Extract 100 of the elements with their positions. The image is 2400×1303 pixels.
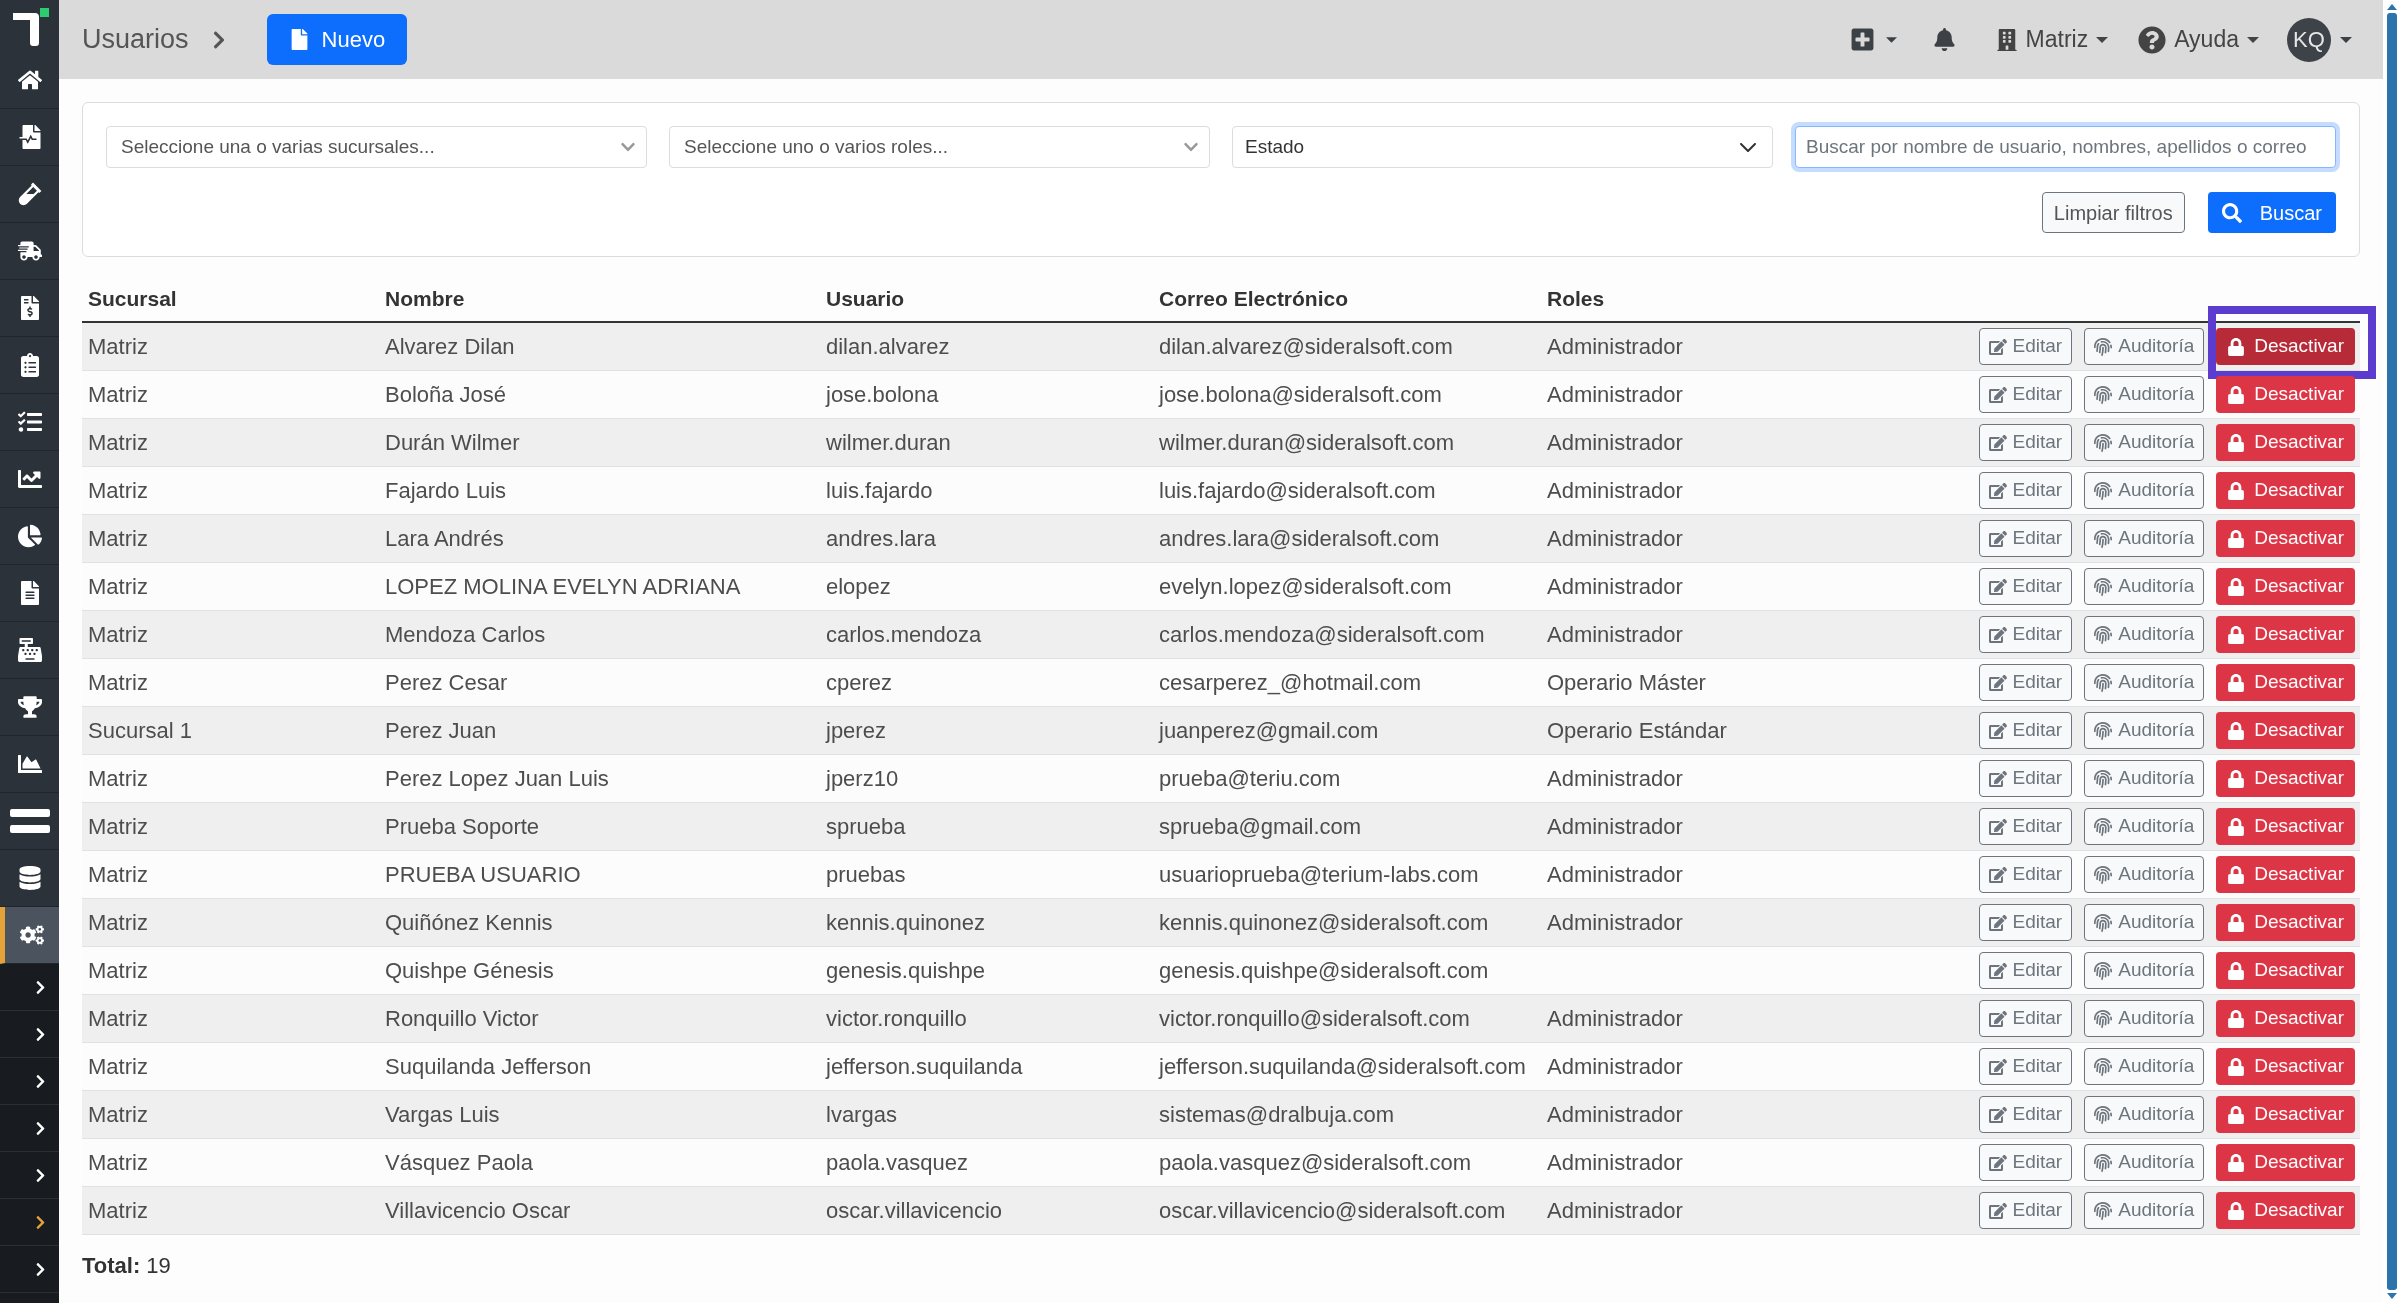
deactivate-button[interactable]: Desactivar	[2216, 904, 2355, 941]
add-menu-button[interactable]	[1849, 27, 1897, 52]
deactivate-button[interactable]: Desactivar	[2216, 760, 2355, 797]
deactivate-button[interactable]: Desactivar	[2216, 424, 2355, 461]
audit-button[interactable]: Auditoría	[2084, 1192, 2205, 1229]
table-cell-text: Matriz	[88, 525, 148, 553]
caret-icon[interactable]	[1885, 36, 1897, 43]
edit-button[interactable]: Editar	[1978, 808, 2073, 845]
total-count: Total: 19	[82, 1253, 171, 1278]
table-cell-text: cperez	[826, 669, 893, 697]
scrollbar-thumb[interactable]	[2386, 13, 2397, 1290]
search-button[interactable]: Buscar	[2207, 192, 2336, 233]
edit-icon	[1988, 529, 2007, 548]
help-menu-button[interactable]: Ayuda	[2138, 22, 2259, 57]
search-field[interactable]: Buscar por nombre de usuario, nombres, apellidos o correo	[1795, 126, 2336, 168]
avatar[interactable]: KQ	[2287, 17, 2331, 62]
edit-button[interactable]: Editar	[1978, 424, 2073, 461]
edit-button[interactable]: Editar	[1978, 1048, 2073, 1085]
deactivate-button[interactable]: Desactivar	[2216, 952, 2355, 989]
edit-icon	[1988, 1009, 2007, 1028]
audit-button[interactable]: Auditoría	[2084, 1144, 2205, 1181]
notifications-icon[interactable]	[1932, 28, 1956, 51]
audit-button[interactable]: Auditoría	[2084, 1000, 2205, 1037]
audit-button[interactable]: Auditoría	[2084, 1048, 2205, 1085]
table-cell-text: Administrador	[1547, 573, 1683, 601]
lock-icon	[2227, 865, 2246, 884]
audit-button[interactable]: Auditoría	[2084, 1096, 2205, 1133]
audit-button[interactable]: Auditoría	[2084, 904, 2205, 941]
deactivate-button[interactable]: Desactivar	[2216, 856, 2355, 893]
edit-button[interactable]: Editar	[1978, 1144, 2073, 1181]
branch-select[interactable]: Seleccione una o varias sucursales...	[106, 126, 647, 168]
edit-button[interactable]: Editar	[1978, 712, 2073, 749]
edit-button[interactable]: Editar	[1978, 568, 2073, 605]
audit-button[interactable]: Auditoría	[2084, 760, 2205, 797]
deactivate-button[interactable]: Desactivar	[2216, 568, 2355, 605]
deactivate-button[interactable]: Desactivar	[2216, 328, 2355, 365]
deactivate-button[interactable]: Desactivar	[2216, 520, 2355, 557]
deactivate-button[interactable]: Desactivar	[2216, 808, 2355, 845]
role-select[interactable]: Seleccione uno o varios roles...	[669, 126, 1210, 168]
edit-button[interactable]: Editar	[1978, 1096, 2073, 1133]
edit-button[interactable]: Editar	[1978, 376, 2073, 413]
audit-button[interactable]: Auditoría	[2084, 328, 2205, 365]
column-header: Nombre	[384, 286, 465, 313]
edit-button[interactable]: Editar	[1978, 1192, 2073, 1229]
edit-button[interactable]: Editar	[1978, 616, 2073, 653]
sidebar-item[interactable]	[0, 907, 59, 964]
area-chart-icon	[17, 752, 42, 776]
deactivate-button[interactable]: Desactivar	[2216, 472, 2355, 509]
lock-icon	[2227, 817, 2246, 836]
logo[interactable]	[10, 8, 49, 46]
edit-icon	[1988, 1201, 2007, 1220]
scroll-down-arrow-icon[interactable]	[2386, 1293, 2397, 1299]
deactivate-button[interactable]: Desactivar	[2216, 664, 2355, 701]
caret-icon[interactable]	[2340, 36, 2352, 43]
audit-button[interactable]: Auditoría	[2084, 712, 2205, 749]
table-cell-text: Mendoza Carlos	[385, 621, 546, 649]
edit-button[interactable]: Editar	[1978, 760, 2073, 797]
deactivate-button[interactable]: Desactivar	[2216, 712, 2355, 749]
deactivate-button[interactable]: Desactivar	[2216, 1048, 2355, 1085]
lock-icon	[2227, 769, 2246, 788]
audit-button[interactable]: Auditoría	[2084, 520, 2205, 557]
audit-button[interactable]: Auditoría	[2084, 952, 2205, 989]
edit-button[interactable]: Editar	[1978, 664, 2073, 701]
caret-icon[interactable]	[2096, 36, 2109, 43]
status-select[interactable]: Estado	[1232, 126, 1773, 168]
table-cell-text: Matriz	[88, 429, 148, 457]
table-cell-text: genesis.quishpe@sideralsoft.com	[1159, 957, 1489, 985]
table-cell-text: Matriz	[88, 765, 148, 793]
deactivate-button[interactable]: Desactivar	[2216, 616, 2355, 653]
audit-button[interactable]: Auditoría	[2084, 568, 2205, 605]
deactivate-button[interactable]: Desactivar	[2216, 1096, 2355, 1133]
column-header: Sucursal	[87, 286, 177, 313]
cash-register-icon	[17, 638, 42, 662]
scroll-up-arrow-icon[interactable]	[2386, 4, 2397, 10]
deactivate-button[interactable]: Desactivar	[2216, 1192, 2355, 1229]
table-cell-text: Administrador	[1547, 333, 1683, 361]
audit-button[interactable]: Auditoría	[2084, 424, 2205, 461]
edit-icon	[1988, 865, 2007, 884]
edit-button[interactable]: Editar	[1978, 904, 2073, 941]
clear-filters-button[interactable]: Limpiar filtros	[2041, 192, 2185, 233]
caret-icon[interactable]	[2247, 36, 2259, 43]
new-button[interactable]: Nuevo	[266, 14, 408, 65]
audit-button[interactable]: Auditoría	[2084, 664, 2205, 701]
audit-button[interactable]: Auditoría	[2084, 376, 2205, 413]
deactivate-button[interactable]: Desactivar	[2216, 376, 2355, 413]
table-cell-text: LOPEZ MOLINA EVELYN ADRIANA	[385, 573, 741, 601]
audit-button[interactable]: Auditoría	[2084, 808, 2205, 845]
edit-button[interactable]: Editar	[1978, 328, 2073, 365]
edit-button[interactable]: Editar	[1978, 856, 2073, 893]
edit-button[interactable]: Editar	[1978, 472, 2073, 509]
edit-button[interactable]: Editar	[1978, 1000, 2073, 1037]
fingerprint-icon	[2094, 721, 2113, 740]
deactivate-button[interactable]: Desactivar	[2216, 1000, 2355, 1037]
edit-button[interactable]: Editar	[1978, 520, 2073, 557]
audit-button[interactable]: Auditoría	[2084, 856, 2205, 893]
audit-button[interactable]: Auditoría	[2084, 616, 2205, 653]
deactivate-button[interactable]: Desactivar	[2216, 1144, 2355, 1181]
branch-menu-button[interactable]: Matriz	[1995, 22, 2109, 57]
audit-button[interactable]: Auditoría	[2084, 472, 2205, 509]
edit-button[interactable]: Editar	[1978, 952, 2073, 989]
